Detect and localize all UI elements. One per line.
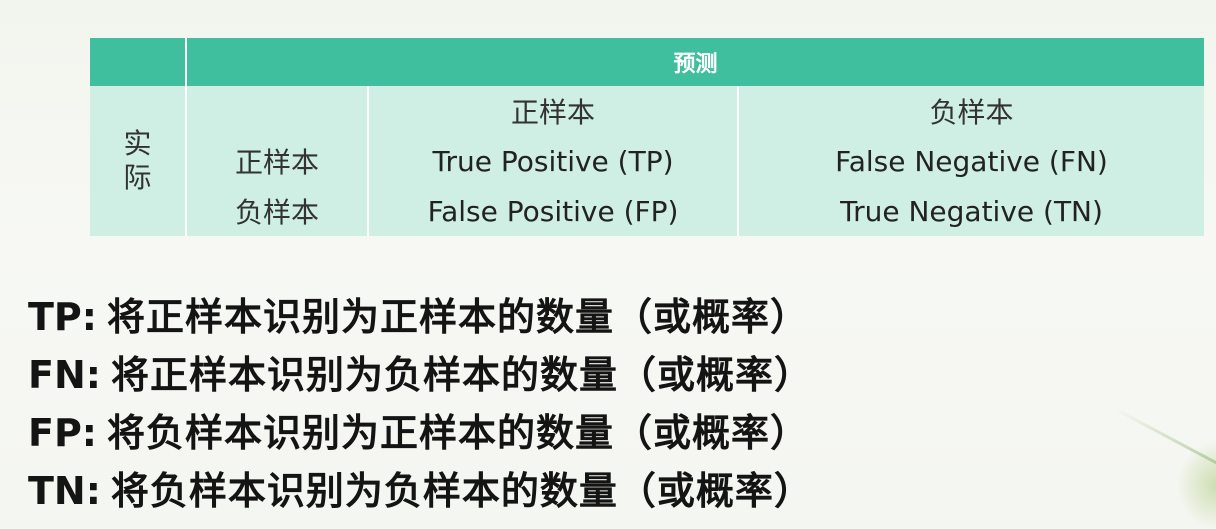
header-blank-cell [90,38,187,86]
cell-true-negative: True Negative (TN) [738,186,1205,236]
definition-text: 将正样本识别为正样本的数量（或概率） [106,295,809,339]
definition-key: TN: [28,469,101,513]
predict-header: 预测 [186,38,1205,86]
col-header-positive: 正样本 [368,86,739,136]
actual-label-text: 实际 [123,127,152,194]
actual-label: 实际 [90,86,187,236]
definition-tn: TN: 将负样本识别为负样本的数量（或概率） [28,462,1178,520]
definition-text: 将正样本识别为负样本的数量（或概率） [110,353,813,397]
cell-false-positive: False Positive (FP) [368,186,739,236]
definition-text: 将负样本识别为负样本的数量（或概率） [110,469,813,513]
cell-true-positive: True Positive (TP) [368,136,739,186]
slide: 预测 实际 正样本 负样本 正样本 True Positive (TP) Fal… [0,0,1216,529]
definition-text: 将负样本识别为正样本的数量（或概率） [107,411,810,455]
cell-false-negative: False Negative (FN) [738,136,1205,186]
definition-fn: FN: 将正样本识别为负样本的数量（或概率） [28,346,1178,404]
table-row: 正样本 True Positive (TP) False Negative (F… [90,136,1205,186]
definitions-list: TP: 将正样本识别为正样本的数量（或概率） FN: 将正样本识别为负样本的数量（或… [28,288,1178,520]
corner-blank-cell [186,86,369,136]
table-row: 负样本 False Positive (FP) True Negative (T… [90,186,1205,236]
leaf-blade [1176,440,1216,529]
definition-key: FP: [28,411,98,455]
definition-key: FN: [28,353,101,397]
row-label-negative: 负样本 [186,186,369,236]
row-label-positive: 正样本 [186,136,369,186]
leaf-decoration [1106,400,1216,529]
definition-tp: TP: 将正样本识别为正样本的数量（或概率） [28,288,1178,346]
definition-key: TP: [28,295,97,339]
definition-fp: FP: 将负样本识别为正样本的数量（或概率） [28,404,1178,462]
col-header-negative: 负样本 [738,86,1205,136]
confusion-matrix-table: 预测 实际 正样本 负样本 正样本 True Positive (TP) Fal… [90,38,1205,236]
column-header-row: 实际 正样本 负样本 [90,86,1205,236]
table-header-row: 预测 [90,38,1205,86]
